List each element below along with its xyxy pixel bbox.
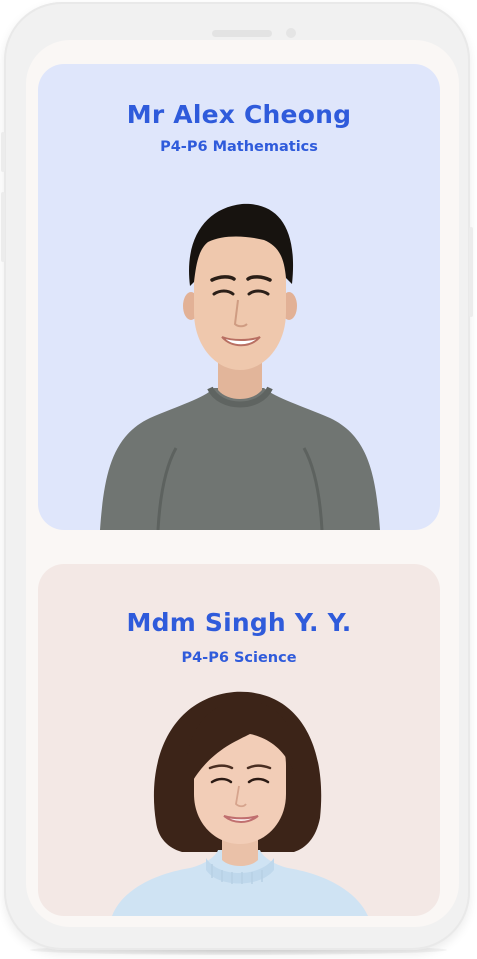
teacher-card[interactable]: Mdm Singh Y. Y. P4-P6 Science [38, 564, 440, 916]
teacher-subject: P4-P6 Mathematics [160, 139, 318, 155]
shirt [100, 388, 380, 530]
teacher-photo [100, 203, 380, 530]
teacher-card[interactable]: Mr Alex Cheong P4-P6 Mathematics [38, 64, 440, 530]
teacher-name: Mdm Singh Y. Y. [126, 608, 352, 637]
phone-screen: Mr Alex Cheong P4-P6 Mathematics Mdm Sin… [26, 40, 459, 927]
teacher-name: Mr Alex Cheong [126, 100, 352, 129]
phone-side-button-right [469, 227, 473, 317]
phone-speaker [212, 30, 272, 37]
phone-side-button-left [1, 192, 5, 262]
teacher-subject: P4-P6 Science [181, 650, 297, 666]
phone-side-button-left [1, 132, 5, 172]
phone-mockup: Mr Alex Cheong P4-P6 Mathematics Mdm Sin… [1, 2, 473, 950]
phone-camera [286, 28, 296, 38]
teacher-photo [112, 691, 368, 916]
